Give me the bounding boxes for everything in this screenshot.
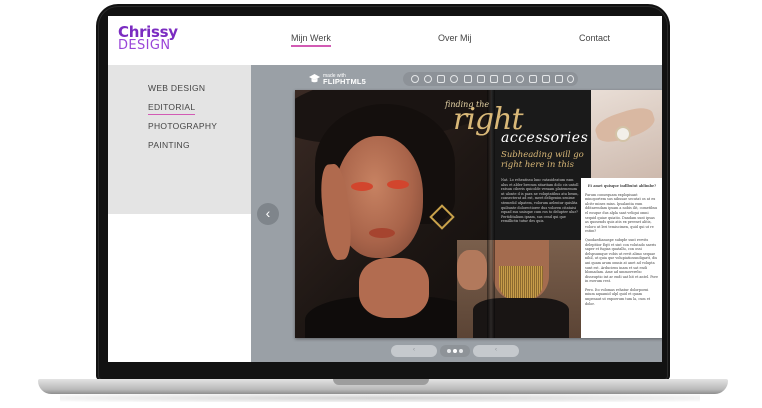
fliphtml5-logo[interactable]: made with FLIPHTML5 bbox=[309, 73, 367, 86]
sidebar-item-painting[interactable]: PAINTING bbox=[148, 140, 190, 150]
flipbook-bottom-bar: ‹ ‹ bbox=[251, 341, 662, 362]
laptop-screen: Chrissy DESIGN Mijn Werk Over Mij Contac… bbox=[108, 16, 662, 362]
site-logo[interactable]: Chrissy DESIGN bbox=[118, 25, 178, 53]
eyeshadow-right bbox=[387, 180, 409, 189]
prev-page-button[interactable]: ‹ bbox=[257, 203, 279, 225]
print-icon[interactable] bbox=[542, 75, 550, 83]
bottom-prev-button[interactable]: ‹ bbox=[391, 345, 437, 357]
lips-shape bbox=[369, 228, 395, 238]
grid-icon[interactable] bbox=[437, 75, 445, 83]
watch-shape bbox=[615, 126, 631, 142]
graduation-cap-icon bbox=[309, 74, 320, 83]
bottom-next-button[interactable]: ‹ bbox=[473, 345, 519, 357]
portfolio-sidebar: WEB DESIGN EDITORIAL PHOTOGRAPHY PAINTIN… bbox=[108, 65, 251, 214]
first-page-icon[interactable] bbox=[464, 75, 472, 83]
page-dot[interactable] bbox=[459, 349, 463, 353]
eyeshadow-left bbox=[351, 182, 373, 191]
nav-link-mijn-werk[interactable]: Mijn Werk bbox=[291, 33, 331, 47]
flipbook-toolbar bbox=[403, 72, 578, 86]
right-paragraph-1: Parum consequam explopisant minoportem s… bbox=[585, 192, 658, 234]
logo-text-bottom: DESIGN bbox=[118, 38, 171, 53]
bottom-next-label: ‹ bbox=[495, 347, 497, 353]
photo-watch bbox=[591, 90, 662, 178]
subheading: Subheading will go right here in this bbox=[501, 150, 584, 170]
photo-necklace bbox=[457, 240, 581, 338]
flipbook-viewer: made with FLIPHTML5 Et amet quisque indl… bbox=[251, 65, 662, 362]
right-paragraph-2: Quodaedianuspe subqde sunt rervits delep… bbox=[585, 237, 659, 284]
zoom-in-icon[interactable] bbox=[411, 75, 419, 83]
hands-chin-shape bbox=[359, 258, 429, 318]
laptop-shadow bbox=[60, 394, 700, 402]
nav-link-over-mij[interactable]: Over Mij bbox=[438, 33, 472, 43]
nav-link-contact[interactable]: Contact bbox=[579, 33, 610, 43]
page-dots[interactable] bbox=[440, 345, 470, 357]
page-dot-active[interactable] bbox=[453, 349, 457, 353]
magazine-spread[interactable]: Et amet quisque indlbuiut ablimbe? Parum… bbox=[295, 90, 662, 338]
text-column-right: Et amet quisque indlbuiut ablimbe? Parum… bbox=[585, 184, 659, 334]
next-page-icon[interactable] bbox=[490, 75, 498, 83]
zoom-out-icon[interactable] bbox=[424, 75, 432, 83]
fliphtml5-name: FLIPHTML5 bbox=[323, 77, 367, 86]
laptop-notch bbox=[333, 379, 429, 385]
bottom-prev-label: ‹ bbox=[413, 347, 415, 353]
fullscreen-icon[interactable] bbox=[555, 75, 563, 83]
more-icon[interactable] bbox=[567, 75, 574, 83]
sidebar-item-web-design[interactable]: WEB DESIGN bbox=[148, 83, 205, 93]
left-body-text: Nat. Lo reheatissu lunc ratasideatum eam… bbox=[501, 178, 579, 224]
settings-icon[interactable] bbox=[450, 75, 458, 83]
right-paragraph-3: Pero. Ito volomas rehatur dolorpoeni miu… bbox=[585, 287, 651, 306]
headline-accessories: accessories bbox=[501, 130, 589, 146]
sidebar-item-editorial[interactable]: EDITORIAL bbox=[148, 102, 196, 115]
necklace-shape bbox=[499, 266, 543, 302]
sidebar-item-photography[interactable]: PHOTOGRAPHY bbox=[148, 121, 217, 131]
sound-icon[interactable] bbox=[529, 75, 537, 83]
ring-hand-shape bbox=[457, 250, 487, 290]
prev-page-icon[interactable] bbox=[477, 75, 485, 83]
page-dot[interactable] bbox=[447, 349, 451, 353]
share-icon[interactable] bbox=[516, 75, 524, 83]
interview-question: Et amet quisque indlbuiut ablimbe? bbox=[587, 184, 657, 188]
last-page-icon[interactable] bbox=[503, 75, 511, 83]
